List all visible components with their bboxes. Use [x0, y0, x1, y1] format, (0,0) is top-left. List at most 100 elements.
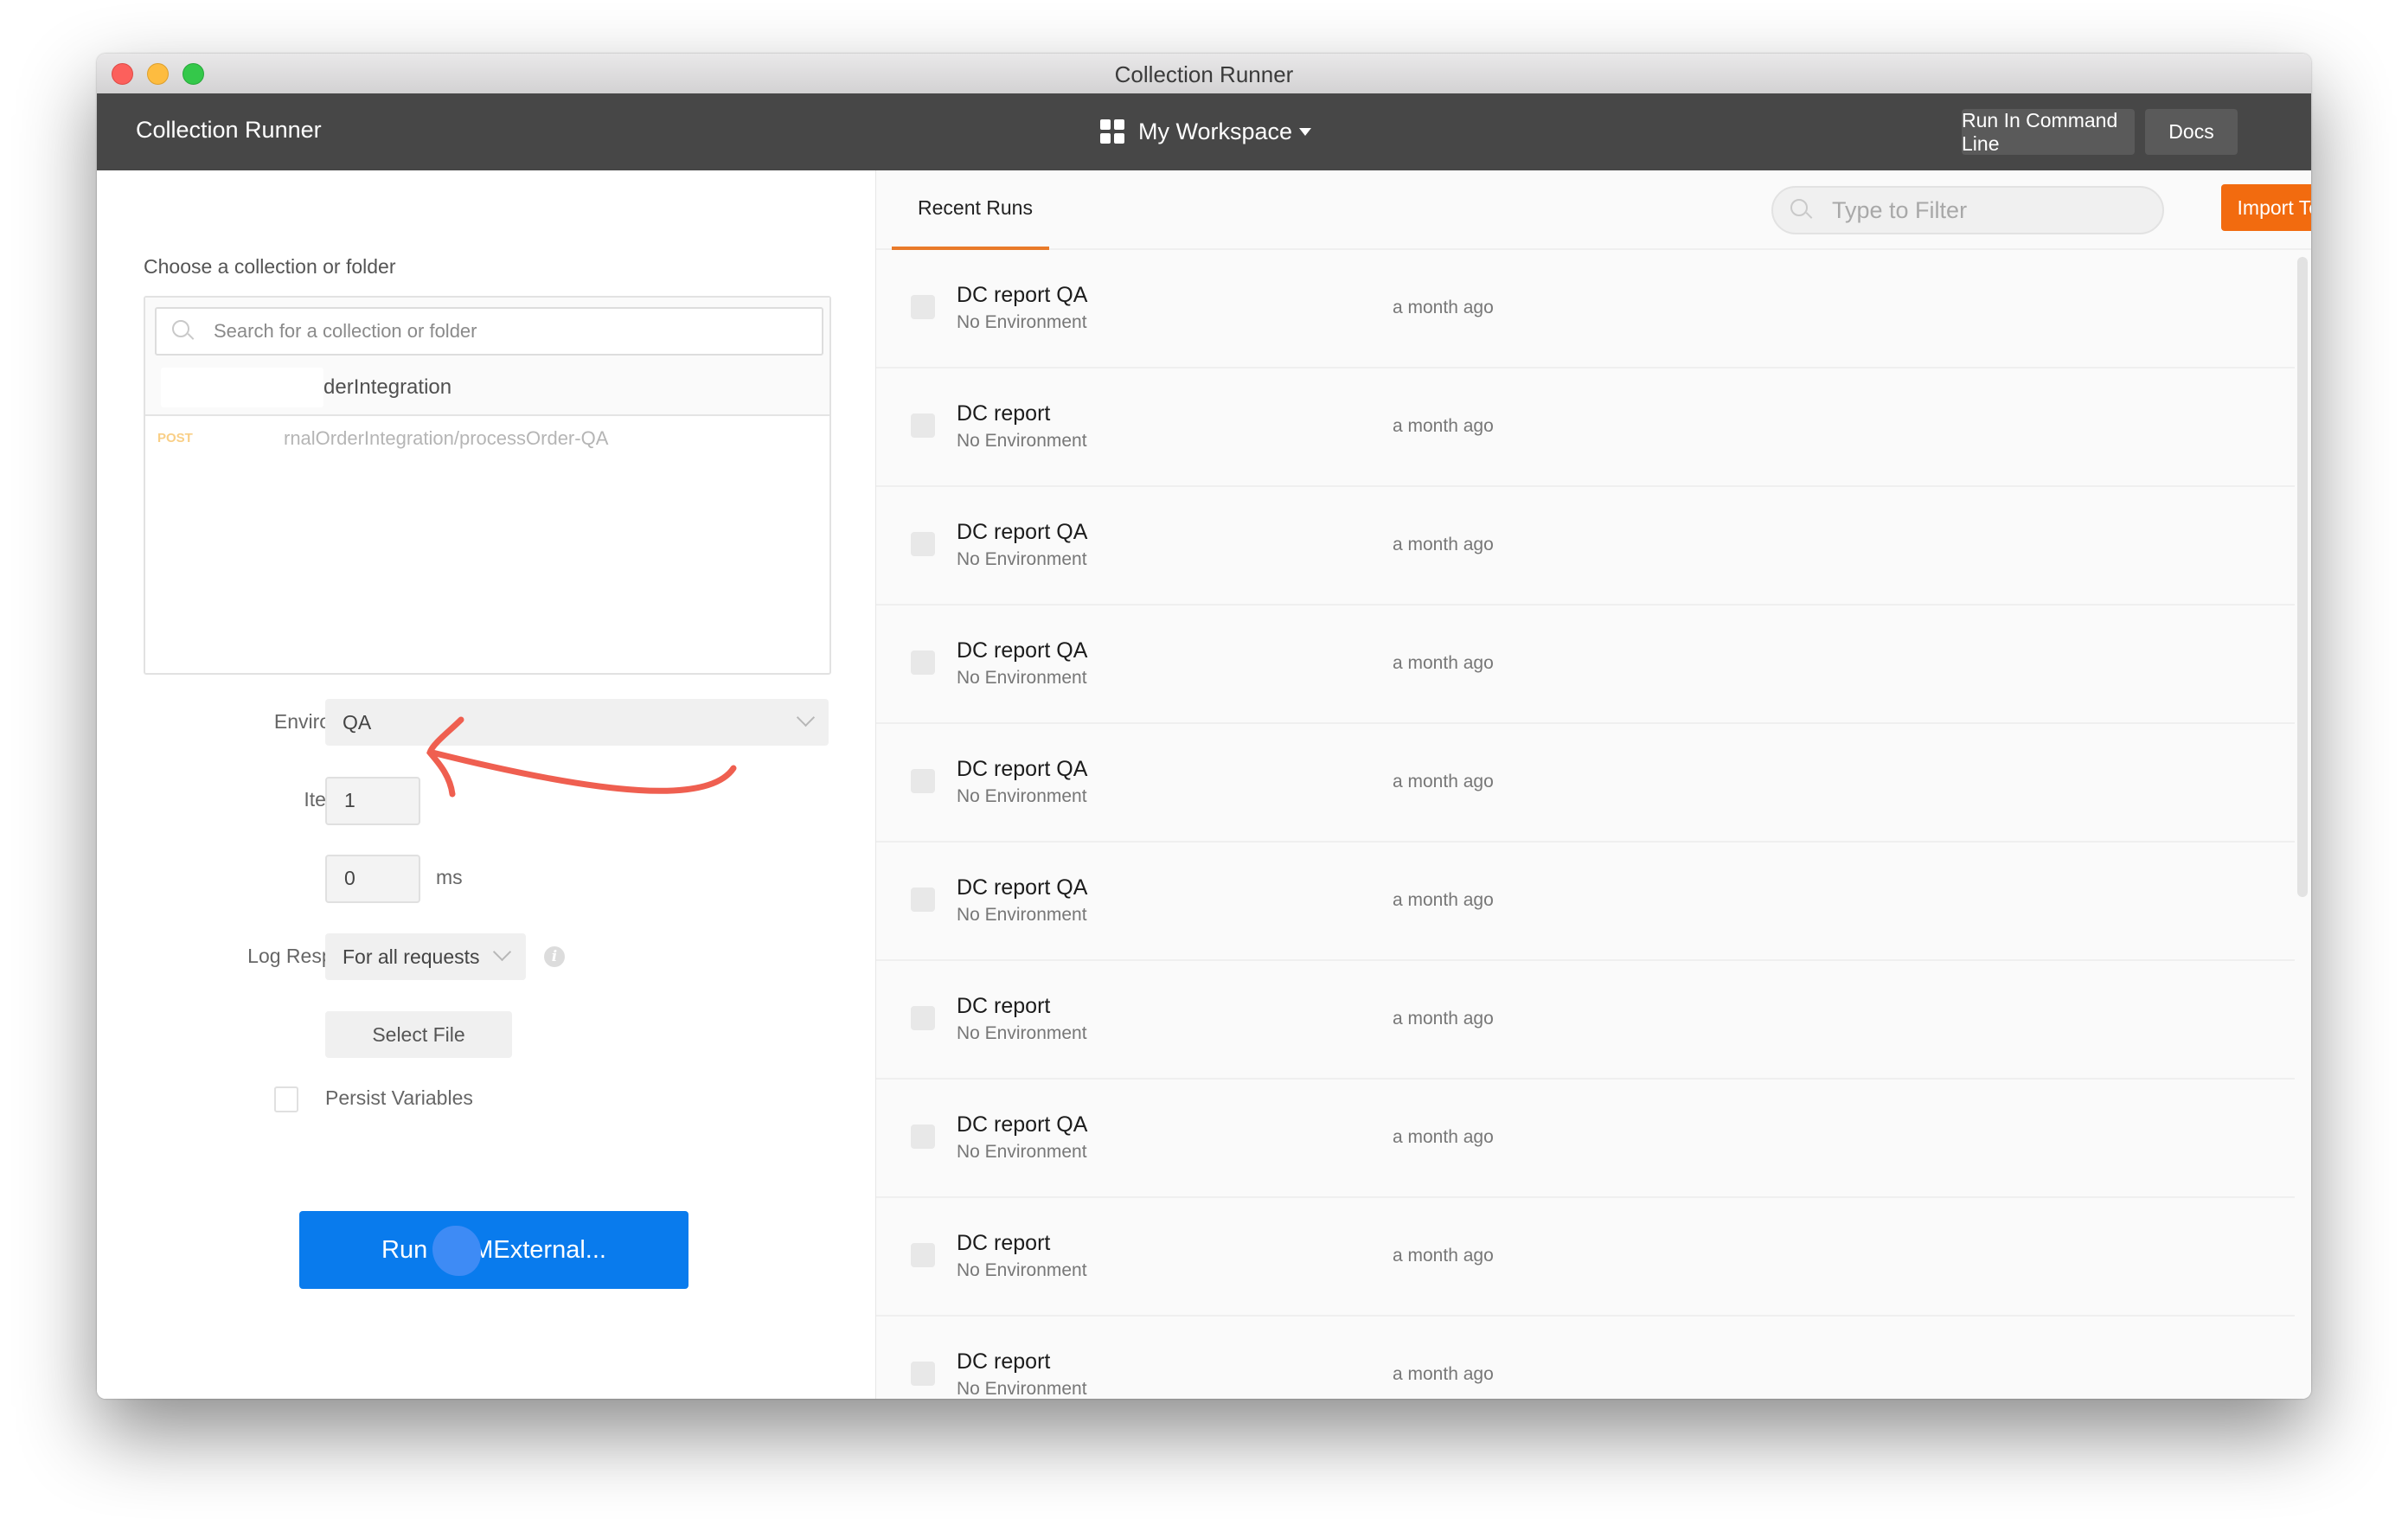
run-button-prefix: Run	[381, 1235, 428, 1264]
run-time: a month ago	[1393, 772, 1494, 791]
tab-bar: Recent Runs Import Test Run	[876, 170, 2311, 250]
run-name: DC report QA	[957, 875, 1088, 900]
run-time: a month ago	[1393, 298, 1494, 317]
run-checkbox[interactable]	[911, 1125, 935, 1149]
run-environment: No Environment	[957, 905, 1087, 925]
run-time: a month ago	[1393, 416, 1494, 436]
run-button-suffix: MExternal...	[472, 1235, 606, 1264]
workspace-label: My Workspace	[1138, 118, 1293, 144]
run-in-command-line-button[interactable]: Run In Command Line	[1962, 109, 2135, 155]
collection-picker: derIntegration POST rnalOrderIntegration…	[144, 296, 831, 675]
caret-down-icon	[1299, 127, 1312, 136]
filter-field[interactable]	[1771, 186, 2164, 234]
log-responses-select[interactable]: For all requests	[325, 933, 526, 980]
delay-row: Delay ms	[97, 855, 875, 903]
recent-runs-list: DC report QA No Environment a month ago DC …	[876, 250, 2295, 1399]
persist-variables-row: Persist Variables	[97, 1081, 875, 1128]
tab-label: Recent Runs	[918, 196, 1033, 219]
log-responses-value: For all requests	[343, 945, 480, 968]
persist-variables-label: Persist Variables	[325, 1086, 473, 1109]
run-checkbox[interactable]	[911, 1362, 935, 1386]
run-environment: No Environment	[957, 1023, 1087, 1043]
run-time: a month ago	[1393, 1246, 1494, 1266]
environment-select[interactable]: QA	[325, 699, 829, 746]
run-name: DC report	[957, 1231, 1051, 1255]
run-checkbox[interactable]	[911, 769, 935, 793]
search-icon	[172, 320, 195, 343]
run-name: DC report QA	[957, 1112, 1088, 1137]
run-list-item[interactable]: DC report No Environment a month ago	[876, 368, 2295, 487]
request-path: rnalOrderIntegration/processOrder-QA	[284, 427, 609, 449]
run-list-item[interactable]: DC report QA No Environment a month ago	[876, 487, 2295, 606]
run-time: a month ago	[1393, 1009, 1494, 1029]
run-checkbox[interactable]	[911, 650, 935, 675]
run-environment: No Environment	[957, 1379, 1087, 1399]
run-name: DC report QA	[957, 638, 1088, 663]
run-list-item[interactable]: DC report QA No Environment a month ago	[876, 1080, 2295, 1198]
data-row: Data Select File	[97, 1011, 875, 1058]
title-bar: Collection Runner	[97, 54, 2311, 94]
run-time: a month ago	[1393, 1364, 1494, 1384]
iterations-input[interactable]	[343, 779, 415, 822]
delay-unit: ms	[436, 866, 463, 888]
run-time: a month ago	[1393, 890, 1494, 910]
run-checkbox[interactable]	[911, 1006, 935, 1030]
run-environment: No Environment	[957, 1142, 1087, 1162]
run-checkbox[interactable]	[911, 888, 935, 912]
log-responses-row: Log Responses For all requests i	[97, 933, 875, 980]
delay-input[interactable]	[343, 856, 415, 900]
run-list-item[interactable]: DC report QA No Environment a month ago	[876, 843, 2295, 961]
run-config-panel: Choose a collection or folder derIntegra…	[97, 170, 876, 1399]
run-environment: No Environment	[957, 549, 1087, 569]
run-time: a month ago	[1393, 653, 1494, 673]
run-name: DC report QA	[957, 283, 1088, 307]
run-environment: No Environment	[957, 786, 1087, 806]
run-time: a month ago	[1393, 535, 1494, 554]
run-checkbox[interactable]	[911, 532, 935, 556]
selected-collection-name[interactable]: derIntegration	[323, 375, 452, 400]
environment-value: QA	[343, 710, 372, 734]
iterations-field[interactable]	[325, 777, 420, 825]
collection-search-input[interactable]	[212, 319, 734, 343]
run-name: DC report	[957, 994, 1051, 1018]
run-checkbox[interactable]	[911, 1243, 935, 1267]
run-environment: No Environment	[957, 431, 1087, 451]
run-name: DC report QA	[957, 520, 1088, 544]
delay-field[interactable]	[325, 855, 420, 903]
run-list-item[interactable]: DC report No Environment a month ago	[876, 1317, 2295, 1399]
chevron-down-icon	[796, 708, 816, 727]
docs-button[interactable]: Docs	[2145, 109, 2238, 155]
run-name: DC report	[957, 401, 1051, 426]
app-title: Collection Runner	[136, 117, 322, 143]
info-icon[interactable]: i	[544, 946, 565, 967]
tab-recent-runs[interactable]: Recent Runs	[892, 170, 1049, 250]
choose-collection-label: Choose a collection or folder	[144, 255, 396, 278]
request-method: POST	[157, 431, 193, 445]
persist-variables-checkbox[interactable]	[274, 1086, 298, 1112]
run-time: a month ago	[1393, 1127, 1494, 1147]
scrollbar[interactable]	[2297, 257, 2308, 897]
redaction	[432, 1226, 481, 1276]
workspace-switcher[interactable]: My Workspace	[1100, 114, 1312, 149]
app-header: Collection Runner My Workspace Run In Co…	[97, 93, 2311, 170]
run-list-item[interactable]: DC report QA No Environment a month ago	[876, 606, 2295, 724]
run-list-item[interactable]: DC report No Environment a month ago	[876, 1198, 2295, 1317]
run-checkbox[interactable]	[911, 295, 935, 319]
environment-row: Environment QA	[97, 699, 875, 746]
filter-input[interactable]	[1830, 195, 2162, 225]
select-file-button[interactable]: Select File	[325, 1011, 512, 1058]
search-icon	[1790, 199, 1813, 221]
run-environment: No Environment	[957, 1260, 1087, 1280]
redaction	[161, 368, 323, 407]
run-list-item[interactable]: DC report QA No Environment a month ago	[876, 250, 2295, 368]
run-name: DC report	[957, 1349, 1051, 1374]
run-list-item[interactable]: DC report No Environment a month ago	[876, 961, 2295, 1080]
run-checkbox[interactable]	[911, 413, 935, 438]
run-list-item[interactable]: DC report QA No Environment a month ago	[876, 724, 2295, 843]
import-test-run-button[interactable]: Import Test Run	[2221, 184, 2311, 231]
run-collection-button[interactable]: Run MExternal...	[299, 1211, 688, 1289]
iterations-row: Iterations	[97, 777, 875, 825]
collection-search[interactable]	[155, 307, 823, 356]
chevron-down-icon	[492, 942, 512, 962]
request-item[interactable]: POST rnalOrderIntegration/processOrder-Q…	[145, 424, 829, 458]
